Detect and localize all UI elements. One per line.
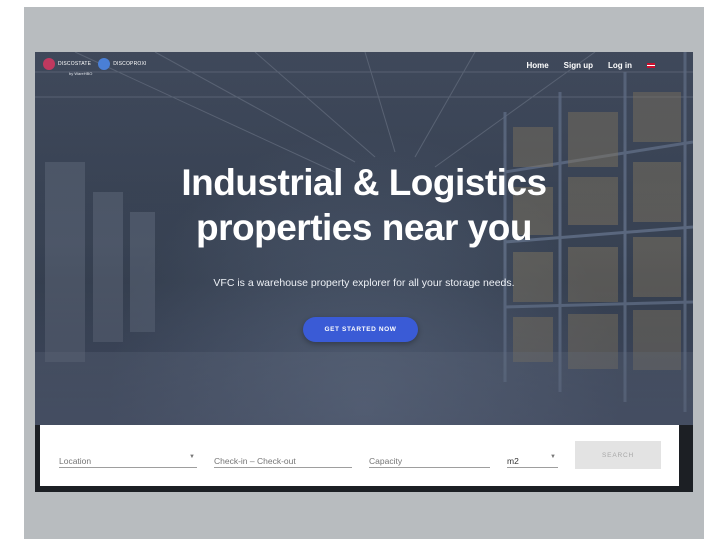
capacity-input[interactable]: Capacity [369, 451, 490, 468]
chevron-down-icon: ▼ [550, 454, 556, 460]
language-flag-icon[interactable] [647, 63, 655, 68]
brand-logo[interactable]: DISCOSTATE DISCOPROXI [43, 58, 147, 70]
headline-line-2: properties near you [196, 207, 532, 248]
discostate-logo-icon [43, 58, 55, 70]
logo-subtitle: by WareHBO [69, 71, 93, 76]
chevron-down-icon: ▼ [189, 454, 195, 460]
hero-headline: Industrial & Logistics properties near y… [35, 160, 693, 250]
search-bar: Location ▼ Check-in – Check-out Capacity… [40, 425, 679, 486]
top-nav: Home Sign up Log in [526, 61, 655, 70]
search-button[interactable]: SEARCH [575, 441, 661, 469]
logo-left-text: DISCOSTATE [58, 61, 92, 67]
nav-home[interactable]: Home [526, 61, 548, 70]
location-select[interactable]: Location ▼ [59, 451, 197, 468]
location-placeholder: Location [59, 456, 92, 466]
get-started-button[interactable]: GET STARTED NOW [303, 317, 418, 342]
hero-bottom-edge-right [679, 425, 693, 486]
hero-section: DISCOSTATE DISCOPROXI by WareHBO Home Si… [35, 52, 693, 436]
unit-value: m2 [507, 456, 519, 466]
headline-line-1: Industrial & Logistics [181, 162, 547, 203]
discoproxi-logo-icon [98, 58, 111, 70]
hero-bottom-edge [35, 486, 693, 492]
capacity-placeholder: Capacity [369, 456, 403, 466]
unit-select[interactable]: m2 ▼ [507, 451, 558, 468]
date-range-input[interactable]: Check-in – Check-out [214, 451, 352, 468]
nav-log-in[interactable]: Log in [608, 61, 632, 70]
logo-right-text: DISCOPROXI [113, 61, 147, 67]
hero-subtitle: VFC is a warehouse property explorer for… [213, 277, 515, 289]
nav-sign-up[interactable]: Sign up [564, 61, 593, 70]
date-range-placeholder: Check-in – Check-out [214, 456, 296, 466]
